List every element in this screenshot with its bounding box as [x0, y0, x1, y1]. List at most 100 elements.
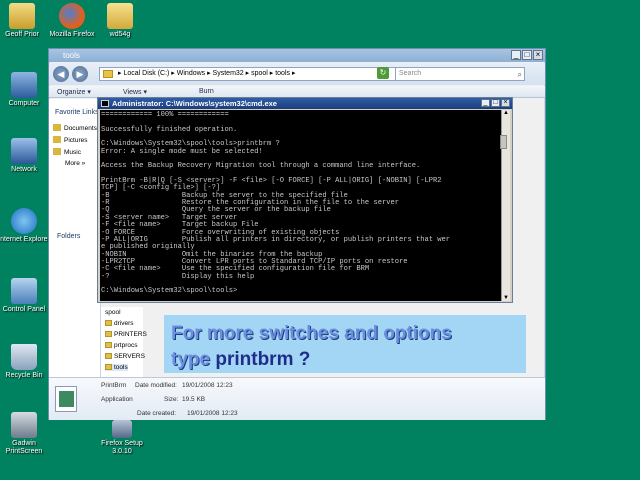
- address-bar: ◀ ▶ ▸ Local Disk (C:) ▸ Windows ▸ System…: [49, 63, 545, 85]
- firefox-icon: [59, 3, 85, 29]
- folder-icon: [105, 342, 112, 348]
- tree-item[interactable]: SERVERS: [105, 353, 145, 360]
- refresh-icon[interactable]: ↻: [377, 67, 389, 79]
- pictures-icon: [53, 136, 61, 143]
- tree-item[interactable]: prtprocs: [105, 342, 137, 349]
- maximize-icon[interactable]: □: [522, 50, 532, 60]
- cmd-window-controls: _ □ ×: [481, 99, 510, 107]
- folder-icon: [105, 364, 112, 370]
- tree-item-selected[interactable]: tools: [105, 364, 128, 371]
- file-type: Application: [101, 396, 133, 403]
- console-icon: [101, 100, 109, 107]
- folder-icon: [107, 3, 133, 29]
- console-line: ============ 100% ============: [101, 111, 229, 119]
- address-field[interactable]: ▸ Local Disk (C:) ▸ Windows ▸ System32 ▸…: [99, 67, 397, 81]
- minimize-icon[interactable]: _: [511, 50, 521, 60]
- burn-button[interactable]: Burn: [199, 88, 214, 95]
- camera-icon: [11, 412, 37, 438]
- application-icon: [55, 386, 77, 412]
- folder-tree: spool drivers PRINTERS prtprocs SERVERS …: [101, 307, 147, 377]
- music-icon: [53, 148, 61, 155]
- search-icon[interactable]: ⌕: [518, 69, 522, 81]
- tree-item[interactable]: spool: [105, 309, 121, 316]
- size-label: Size:: [164, 396, 179, 403]
- favorite-link-documents[interactable]: Documents: [53, 124, 97, 134]
- views-button[interactable]: Views ▾: [123, 88, 147, 96]
- desktop-icon-label: wd54g: [109, 31, 131, 38]
- desktop-icon-wd54g[interactable]: wd54g: [92, 3, 148, 39]
- desktop-icon-network[interactable]: Network: [0, 138, 52, 174]
- back-arrow-icon[interactable]: ◀: [53, 66, 69, 82]
- console-line: Successfully finished operation.: [101, 125, 238, 134]
- search-input[interactable]: Search ⌕: [395, 67, 525, 81]
- minimize-icon[interactable]: _: [481, 99, 490, 107]
- tree-item[interactable]: PRINTERS: [105, 331, 147, 338]
- modified-label: Date modified:: [135, 382, 177, 389]
- modified-value: 19/01/2008 12:23: [182, 382, 233, 389]
- desktop-icon-recycle-bin[interactable]: Recycle Bin: [0, 344, 52, 380]
- desktop-icon-internet-explorer[interactable]: Internet Explorer: [0, 208, 52, 244]
- recycle-bin-icon: [11, 344, 37, 370]
- desktop-icon-label: Network: [11, 166, 37, 173]
- folder-icon: [105, 331, 112, 337]
- created-value: 19/01/2008 12:23: [187, 410, 238, 417]
- desktop-icon-label: Computer: [8, 100, 40, 107]
- desktop-icon-label: Recycle Bin: [5, 372, 43, 379]
- cmd-scrollbar[interactable]: [500, 110, 510, 301]
- cmd-window: Administrator: C:\Windows\system32\cmd.e…: [97, 97, 513, 303]
- desktop-icon-control-panel[interactable]: Control Panel: [0, 278, 52, 314]
- favorite-link-more[interactable]: More »: [65, 160, 85, 170]
- desktop-icon-geoff-prior[interactable]: Geoff Prior: [0, 3, 50, 39]
- forward-arrow-icon[interactable]: ▶: [72, 66, 88, 82]
- navigation-pane: Favorite Links Documents Pictures Music …: [49, 99, 101, 377]
- tree-item[interactable]: drivers: [105, 320, 134, 327]
- desktop-icon-computer[interactable]: Computer: [0, 72, 52, 108]
- size-value: 19.5 KB: [182, 396, 206, 403]
- console-line: Access the Backup Recovery Migration too…: [101, 162, 421, 171]
- user-folder-icon: [9, 3, 35, 29]
- folder-icon: [105, 320, 112, 326]
- installer-icon: [112, 420, 132, 438]
- console-output[interactable]: ============ 100% ============ Successfu…: [100, 110, 502, 301]
- folders-title[interactable]: Folders: [57, 233, 80, 240]
- instruction-callout: For more switches and options type print…: [164, 315, 526, 373]
- computer-icon: [11, 72, 37, 98]
- desktop-icon-label: Geoff Prior: [5, 31, 39, 38]
- desktop-icon-label: Internet Explorer: [0, 236, 50, 243]
- folder-icon: [105, 353, 112, 359]
- callout-line-2: type printbrm ?: [171, 349, 311, 370]
- details-pane: PrintBrm Application Date modified: 19/0…: [49, 377, 545, 420]
- documents-icon: [53, 124, 61, 131]
- scrollbar-thumb[interactable]: [500, 135, 507, 149]
- internet-explorer-icon: [11, 208, 37, 234]
- explorer-titlebar[interactable]: tools _ □ ×: [49, 49, 545, 62]
- close-icon[interactable]: ×: [501, 99, 510, 107]
- organize-button[interactable]: Organize ▾: [57, 88, 91, 96]
- file-name: PrintBrm: [101, 382, 127, 389]
- desktop-icon-label: Control Panel: [2, 306, 46, 313]
- desktop-icon-label: Gadwin PrintScreen: [5, 440, 43, 455]
- folder-icon: [103, 70, 113, 78]
- favorite-link-pictures[interactable]: Pictures: [53, 136, 87, 146]
- window-controls: _ □ ×: [511, 50, 543, 60]
- desktop-icon-firefox-setup[interactable]: Firefox Setup 3.0.10: [94, 420, 150, 456]
- callout-line-1: For more switches and options: [171, 323, 452, 344]
- callout-command: printbrm ?: [215, 349, 311, 370]
- desktop: Geoff Prior Mozilla Firefox wd54g Comput…: [0, 0, 640, 480]
- window-title: tools: [63, 51, 80, 60]
- console-line: -? Display this help: [101, 272, 255, 281]
- console-line: Error: A single mode must be selected!: [101, 147, 263, 156]
- desktop-icon-gadwin-printscreen[interactable]: Gadwin PrintScreen: [0, 412, 52, 456]
- search-placeholder: Search: [399, 70, 422, 77]
- network-icon: [11, 138, 37, 164]
- maximize-icon[interactable]: □: [491, 99, 500, 107]
- favorite-links-title: Favorite Links: [55, 109, 99, 116]
- address-path: ▸ Local Disk (C:) ▸ Windows ▸ System32 ▸…: [118, 70, 296, 77]
- created-label: Date created:: [137, 410, 177, 417]
- cmd-titlebar[interactable]: Administrator: C:\Windows\system32\cmd.e…: [98, 98, 512, 109]
- control-panel-icon: [11, 278, 37, 304]
- favorite-link-music[interactable]: Music: [53, 148, 81, 158]
- desktop-icon-label: Firefox Setup 3.0.10: [101, 440, 143, 455]
- close-icon[interactable]: ×: [533, 50, 543, 60]
- console-line: C:\Windows\System32\spool\tools>: [101, 287, 238, 296]
